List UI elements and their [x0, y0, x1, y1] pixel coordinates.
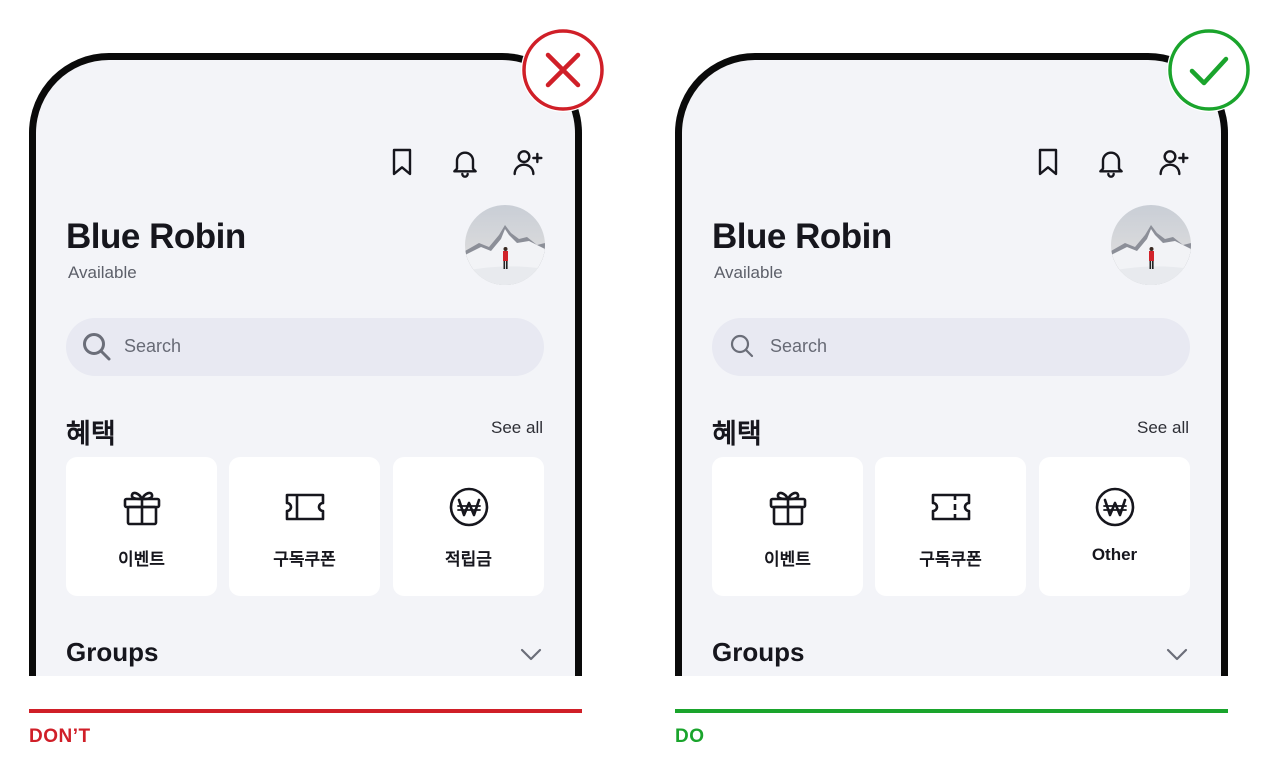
benefit-label: Other [1091, 545, 1138, 564]
phone-frame: Blue Robin Available Search 혜택 See all 이… [675, 53, 1228, 676]
do-panel: Blue Robin Available Search 혜택 See all 이… [646, 0, 1251, 781]
divider-line [29, 709, 582, 713]
verdict-caption: DO [675, 726, 705, 747]
chevron-down-icon[interactable] [517, 640, 545, 668]
won-coin-icon [449, 487, 488, 527]
search-input[interactable]: Search [770, 336, 827, 357]
dont-panel: Blue Robin Available Search 혜택 See all 이… [0, 0, 605, 781]
benefit-label: 구독쿠폰 [919, 550, 982, 569]
verdict-caption: DON’T [29, 726, 91, 747]
profile-status: Available [68, 263, 137, 282]
search-bar[interactable]: Search [66, 318, 544, 376]
groups-title: Groups [66, 637, 159, 667]
chevron-down-icon[interactable] [1163, 640, 1191, 668]
x-circle-icon [521, 28, 605, 112]
bookmark-icon[interactable] [382, 142, 421, 181]
avatar[interactable] [1111, 205, 1191, 285]
bookmark-icon[interactable] [1028, 142, 1067, 181]
benefit-card-event[interactable]: 이벤트 [66, 457, 217, 596]
ticket-icon [285, 493, 324, 521]
benefit-card-coupon[interactable]: 구독쿠폰 [229, 457, 380, 596]
benefit-card-points[interactable]: 적립금 [393, 457, 544, 596]
bell-icon[interactable] [445, 142, 484, 181]
see-all-link[interactable]: See all [1137, 418, 1189, 438]
bell-icon[interactable] [1091, 142, 1130, 181]
benefits-title: 혜택 [66, 419, 116, 449]
avatar[interactable] [465, 205, 545, 285]
add-user-icon[interactable] [508, 142, 547, 181]
search-icon [83, 333, 111, 361]
benefit-card-event[interactable]: 이벤트 [712, 457, 863, 596]
benefit-label: 이벤트 [764, 550, 811, 569]
header-actions [1028, 142, 1193, 181]
benefit-card-coupon[interactable]: 구독쿠폰 [875, 457, 1026, 596]
benefit-card-other[interactable]: Other [1039, 457, 1190, 596]
benefit-label: 적립금 [445, 550, 492, 569]
search-bar[interactable]: Search [712, 318, 1190, 376]
profile-name: Blue Robin [712, 217, 892, 256]
search-icon [730, 334, 754, 358]
divider-line [675, 709, 1228, 713]
check-circle-icon [1167, 28, 1251, 112]
groups-title: Groups [712, 637, 805, 667]
profile-name: Blue Robin [66, 217, 246, 256]
add-user-icon[interactable] [1154, 142, 1193, 181]
benefits-title: 혜택 [712, 419, 762, 449]
ticket-icon [931, 493, 970, 521]
see-all-link[interactable]: See all [491, 418, 543, 438]
gift-icon [123, 491, 160, 526]
benefit-label: 구독쿠폰 [273, 550, 336, 569]
profile-status: Available [714, 263, 783, 282]
phone-frame: Blue Robin Available Search 혜택 See all 이… [29, 53, 582, 676]
benefit-label: 이벤트 [118, 550, 165, 569]
search-input[interactable]: Search [124, 336, 181, 357]
gift-icon [769, 491, 806, 526]
won-coin-icon [1095, 487, 1134, 527]
header-actions [382, 142, 547, 181]
